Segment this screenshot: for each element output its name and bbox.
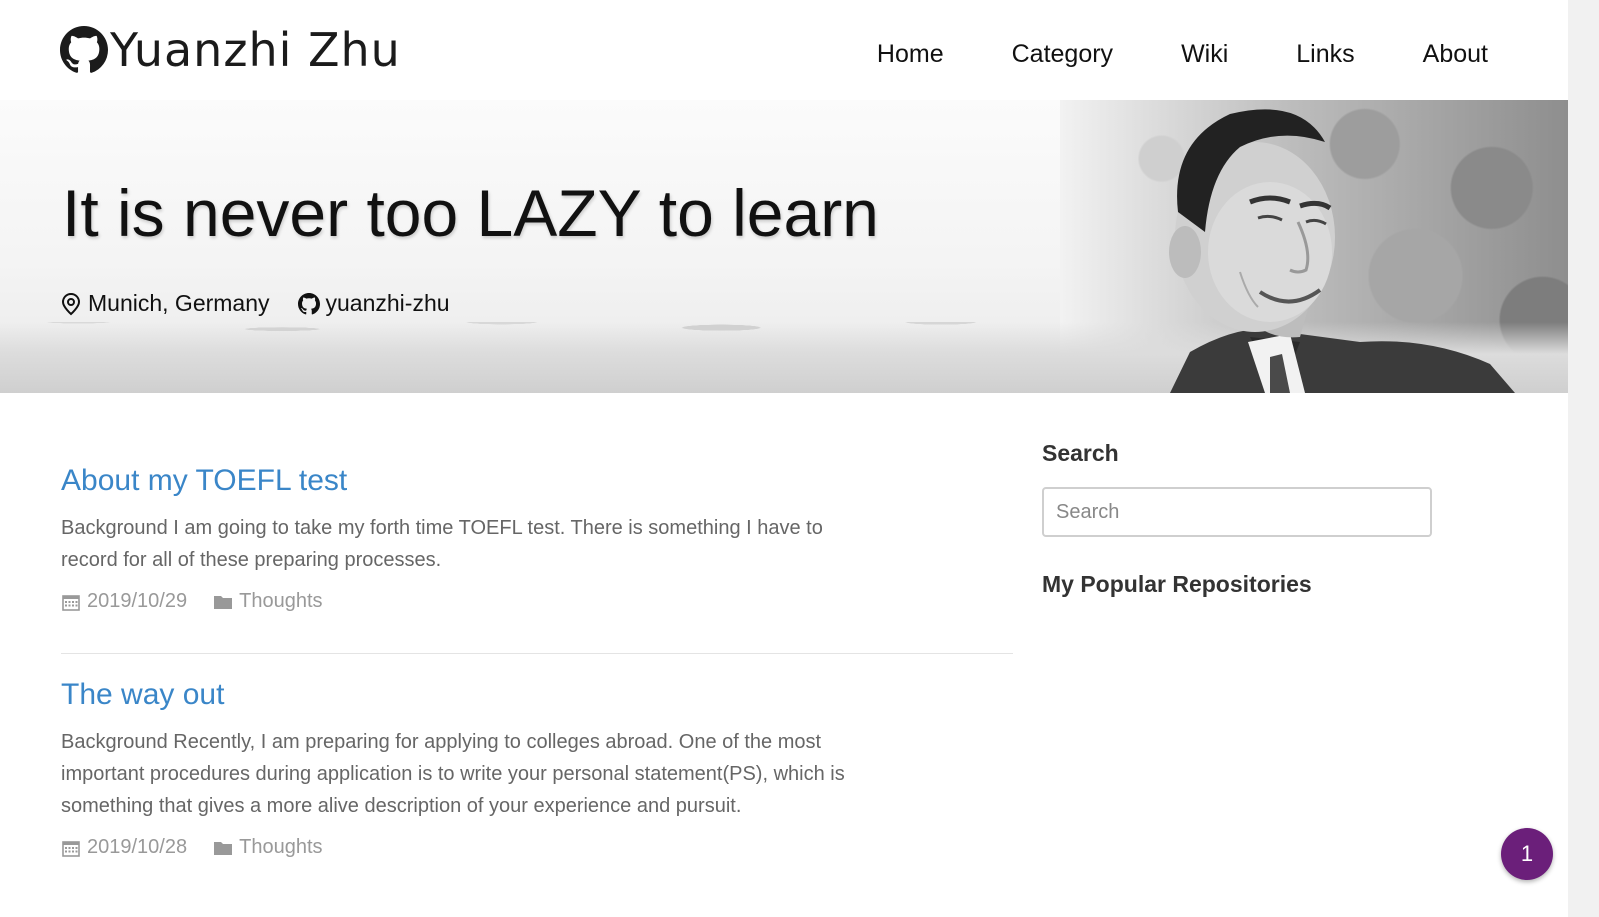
- nav-wiki[interactable]: Wiki: [1181, 40, 1228, 69]
- post-category[interactable]: Thoughts: [213, 836, 323, 859]
- post-title-link[interactable]: About my TOEFL test: [61, 464, 1013, 498]
- post-date-text: 2019/10/28: [87, 836, 188, 858]
- folder-icon: [214, 841, 233, 855]
- github-icon: [60, 26, 108, 73]
- search-input[interactable]: [1042, 487, 1432, 537]
- post-meta: 2019/10/29 Thoughts: [61, 590, 1013, 613]
- post-excerpt: Background I am going to take my forth t…: [61, 517, 823, 571]
- site-logo[interactable]: Yuanzhi Zhu: [60, 22, 401, 78]
- post-meta: 2019/10/28 Thoughts: [61, 836, 1013, 859]
- folder-icon: [214, 595, 233, 609]
- post-item: About my TOEFL test Background I am goin…: [61, 464, 1013, 613]
- post-title-link[interactable]: The way out: [61, 678, 1013, 712]
- notification-badge-button[interactable]: 1: [1501, 828, 1553, 880]
- sidebar: Search My Popular Repositories: [1042, 440, 1434, 598]
- post-divider: [61, 653, 1013, 654]
- location-text: Munich, Germany: [88, 290, 270, 316]
- hero-title: It is never too LAZY to learn: [62, 176, 879, 250]
- main-nav: Home Category Wiki Links About: [877, 40, 1488, 69]
- location: Munich, Germany: [60, 290, 270, 317]
- portrait-image: [1169, 109, 1515, 393]
- post-date: 2019/10/28: [61, 836, 187, 859]
- post-category[interactable]: Thoughts: [213, 590, 323, 613]
- hero-meta: Munich, Germany yuanzhi-zhu: [60, 290, 450, 317]
- github-username: yuanzhi-zhu: [325, 290, 450, 316]
- post-date: 2019/10/29: [61, 590, 187, 613]
- post-date-text: 2019/10/29: [87, 590, 188, 612]
- post-excerpt: Background Recently, I am preparing for …: [61, 731, 845, 817]
- github-link[interactable]: yuanzhi-zhu: [297, 290, 450, 317]
- hero-header: Yuanzhi Zhu Home Category Wiki Links Abo…: [0, 0, 1568, 393]
- site-title: Yuanzhi Zhu: [110, 23, 401, 77]
- page: Yuanzhi Zhu Home Category Wiki Links Abo…: [0, 0, 1599, 917]
- post-category-text: Thoughts: [239, 590, 323, 612]
- calendar-icon: [62, 840, 80, 857]
- nav-category[interactable]: Category: [1012, 40, 1113, 69]
- nav-links[interactable]: Links: [1296, 40, 1354, 69]
- repos-heading: My Popular Repositories: [1042, 571, 1312, 597]
- post-category-text: Thoughts: [239, 836, 323, 858]
- post-list: About my TOEFL test Background I am goin…: [61, 440, 1013, 859]
- scrollbar[interactable]: [1568, 0, 1599, 917]
- map-pin-icon: [61, 292, 81, 315]
- calendar-icon: [62, 594, 80, 611]
- github-icon: [297, 292, 320, 314]
- search-heading: Search: [1042, 440, 1119, 466]
- nav-home[interactable]: Home: [877, 40, 944, 69]
- post-item: The way out Background Recently, I am pr…: [61, 678, 1013, 859]
- nav-about[interactable]: About: [1423, 40, 1488, 69]
